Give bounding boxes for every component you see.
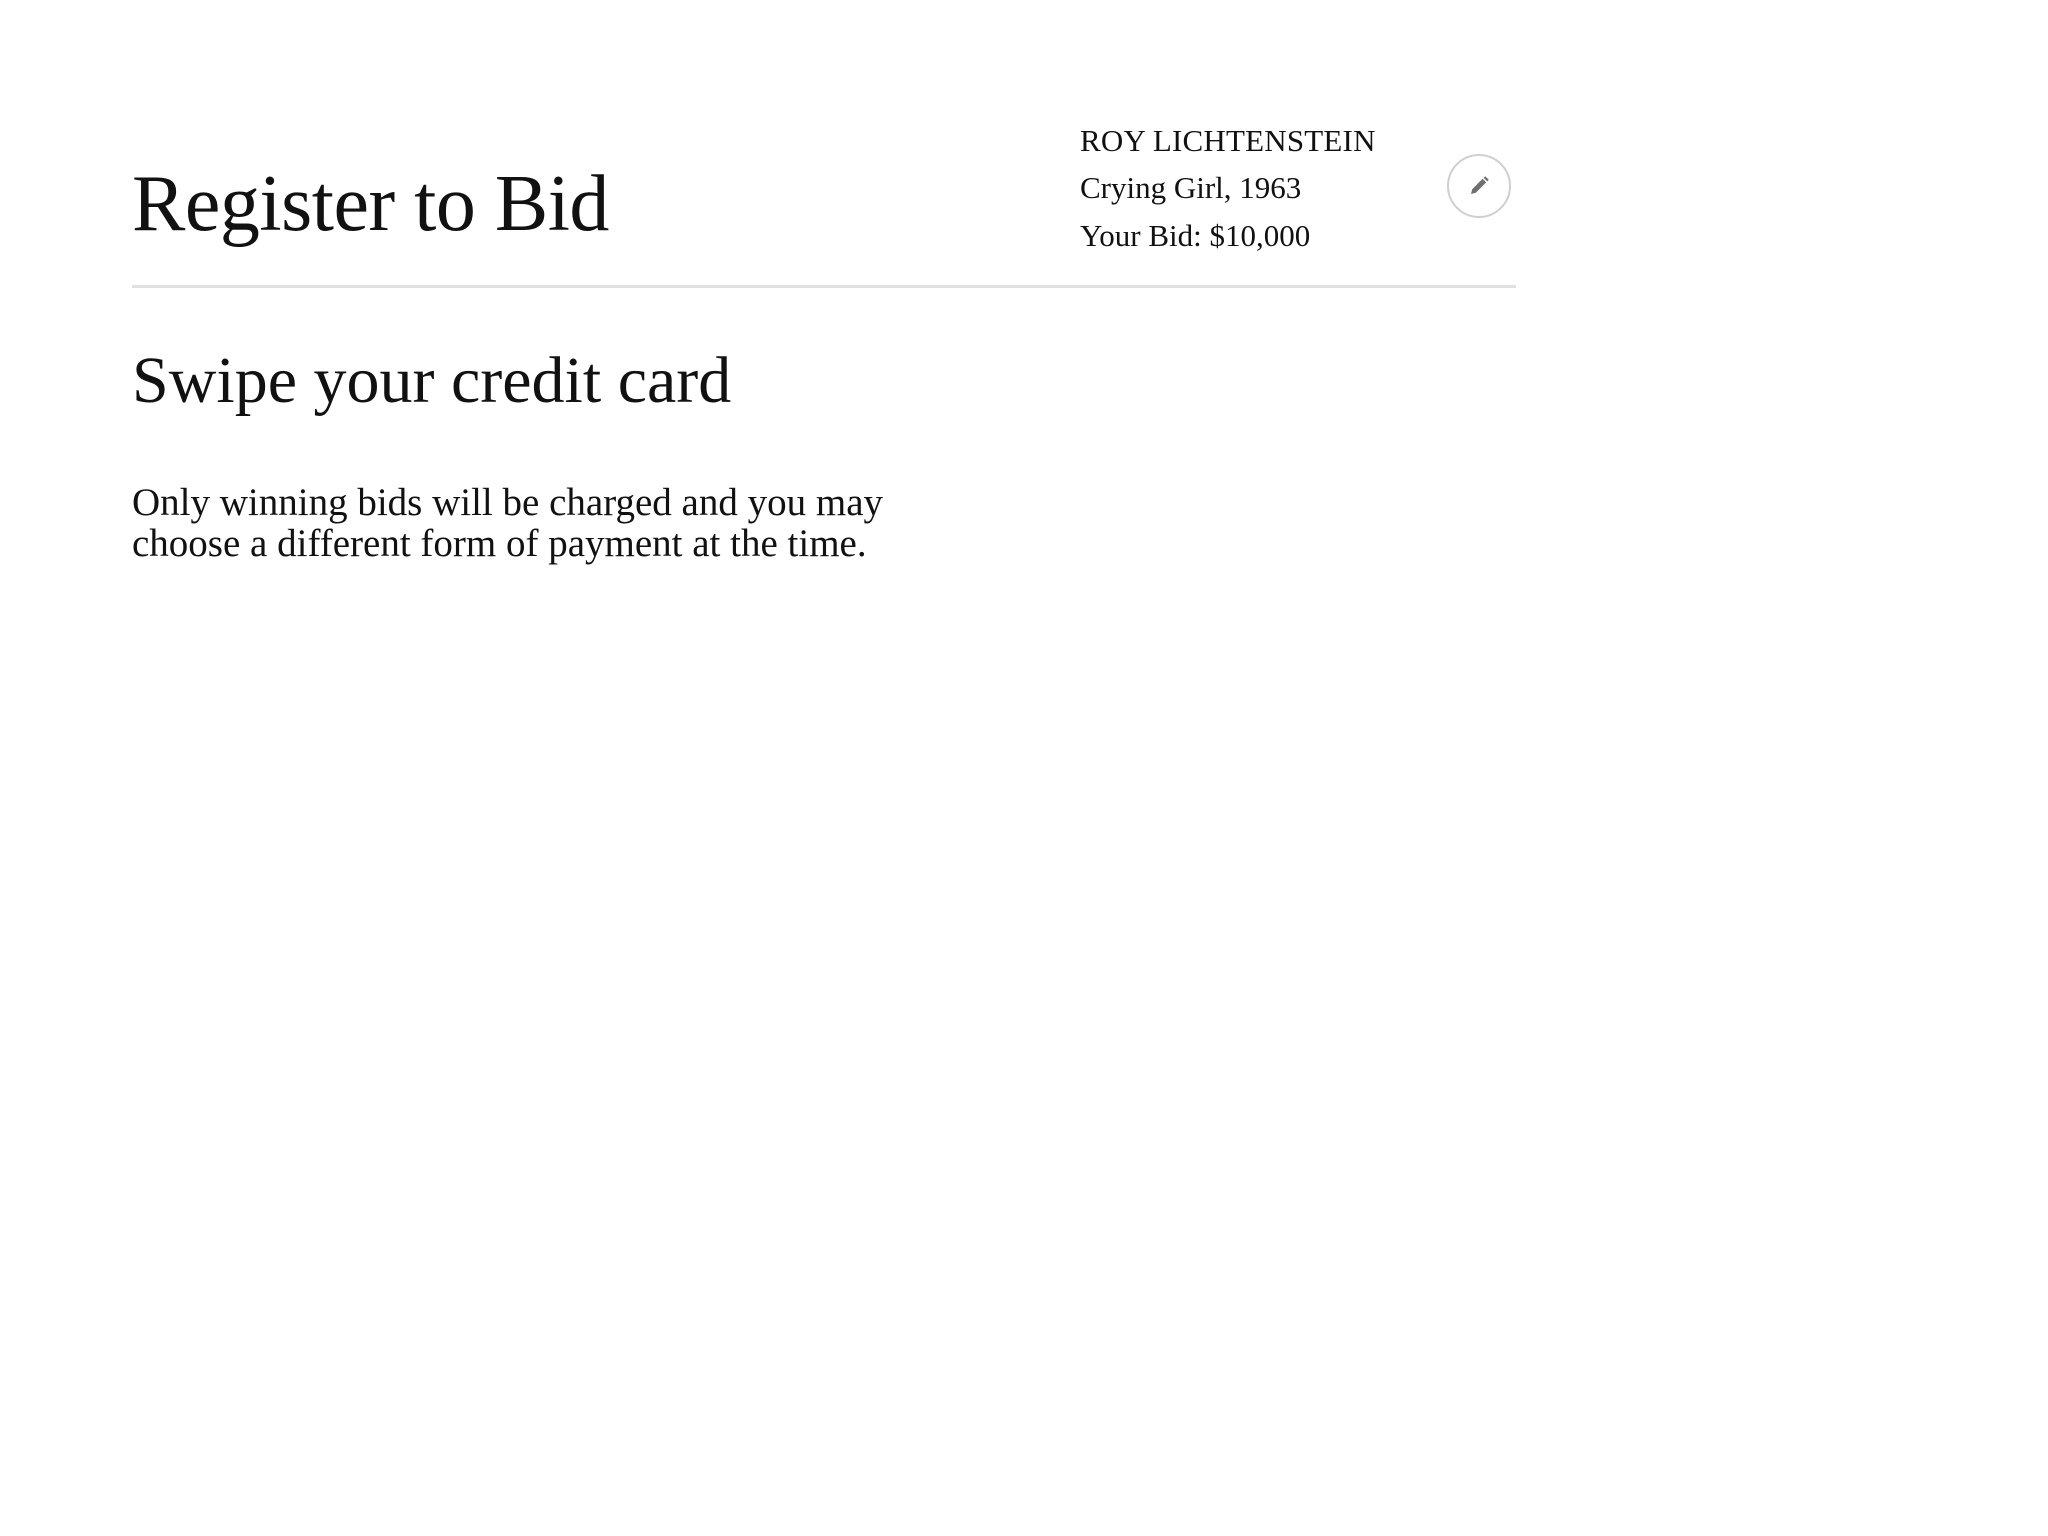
header: Register to Bid ROY LICHTENSTEIN Crying … bbox=[132, 118, 1516, 288]
payment-note-line-1: Only winning bids will be charged and yo… bbox=[132, 481, 883, 524]
register-to-bid-page: Register to Bid ROY LICHTENSTEIN Crying … bbox=[0, 0, 2048, 1536]
step-title: Swipe your credit card bbox=[132, 344, 732, 417]
edit-bid-button[interactable] bbox=[1447, 154, 1511, 218]
payment-note: Only winning bids will be charged and yo… bbox=[132, 482, 932, 564]
header-divider bbox=[132, 285, 1516, 288]
page-title: Register to Bid bbox=[132, 160, 609, 248]
pencil-icon bbox=[1471, 176, 1489, 194]
lot-bid-amount: Your Bid: $10,000 bbox=[1080, 218, 1311, 253]
payment-note-line-2: choose a different form of payment at th… bbox=[132, 522, 867, 565]
lot-work-title: Crying Girl, 1963 bbox=[1080, 170, 1302, 205]
lot-summary: ROY LICHTENSTEIN Crying Girl, 1963 Your … bbox=[1080, 118, 1420, 260]
lot-artist: ROY LICHTENSTEIN bbox=[1080, 123, 1376, 158]
